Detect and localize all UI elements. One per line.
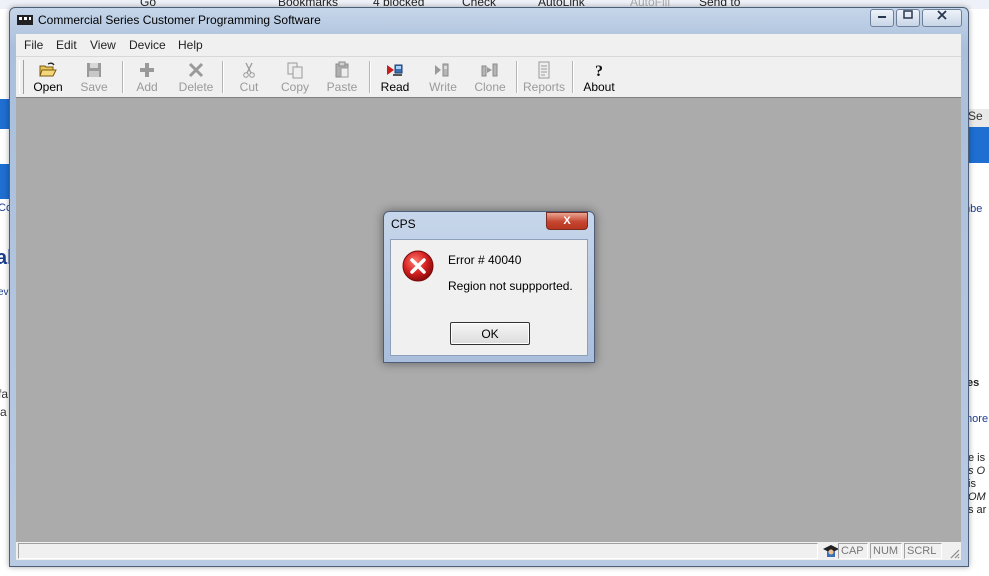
error-number: Error # 40040	[448, 253, 522, 267]
write-label: Write	[429, 80, 457, 94]
toolbar-separator	[516, 61, 518, 93]
status-cap: CAP	[838, 543, 868, 559]
toolbar-separator	[572, 61, 574, 93]
error-dialog: CPS X Error # 40040 Region not suppporte…	[383, 211, 595, 363]
status-bar: CAP NUM SCRL	[16, 542, 961, 560]
app-icon	[17, 15, 33, 25]
open-button[interactable]: Open	[28, 59, 68, 95]
bg-right-text-6: is	[968, 478, 976, 490]
about-label: About	[583, 80, 615, 94]
error-message: Region not suppported.	[448, 279, 573, 293]
bg-right-search: Se	[968, 109, 983, 123]
menu-device[interactable]: Device	[129, 38, 166, 52]
open-folder-icon	[39, 62, 57, 77]
minimize-icon	[878, 16, 886, 18]
bg-right-text-3: more	[967, 413, 989, 425]
ok-button[interactable]: OK	[450, 322, 530, 345]
dialog-close-button[interactable]: X	[546, 212, 588, 230]
delete-button[interactable]: Delete	[174, 59, 218, 95]
read-button[interactable]: Read	[376, 59, 414, 95]
bg-left-text-5: a	[0, 405, 7, 419]
copy-button[interactable]: Copy	[276, 59, 314, 95]
close-icon	[937, 10, 947, 20]
error-icon	[402, 250, 434, 282]
title-bar[interactable]: Commercial Series Customer Programming S…	[10, 8, 968, 32]
about-button[interactable]: ? About	[578, 59, 620, 95]
paste-button[interactable]: Paste	[322, 59, 362, 95]
bg-right-text-7: OM	[968, 491, 986, 503]
save-label: Save	[80, 80, 108, 94]
bg-right-text-1: mbe	[967, 203, 983, 215]
status-message-panel	[18, 543, 818, 559]
copy-label: Copy	[280, 80, 309, 94]
svg-text:?: ?	[595, 63, 603, 79]
add-button[interactable]: Add	[128, 59, 166, 95]
read-radio-icon	[387, 64, 403, 76]
window-title: Commercial Series Customer Programming S…	[38, 13, 321, 27]
report-icon	[538, 61, 550, 79]
maximize-icon	[903, 10, 913, 19]
toolbar-separator	[122, 61, 124, 93]
maximize-button[interactable]	[896, 9, 920, 27]
menu-view[interactable]: View	[90, 38, 116, 52]
reports-label: Reports	[522, 80, 566, 94]
read-label: Read	[380, 80, 410, 94]
toolbar-separator	[222, 61, 224, 93]
bg-left-text-4: fa	[0, 387, 9, 401]
delete-label: Delete	[178, 80, 214, 94]
bg-right-text-4: e is	[968, 452, 986, 464]
dialog-body: Error # 40040 Region not suppported. OK	[390, 239, 588, 356]
minimize-button[interactable]	[870, 9, 894, 27]
paste-label: Paste	[326, 80, 358, 94]
clone-label: Clone	[474, 80, 506, 94]
cut-label: Cut	[239, 80, 259, 94]
menu-file[interactable]: File	[24, 38, 43, 52]
close-window-button[interactable]	[922, 9, 962, 27]
write-radio-icon	[435, 63, 449, 77]
background-browser-right: Se mbe es more e is s O is OM s ar	[967, 9, 989, 576]
toolbar-grip[interactable]	[19, 60, 24, 94]
clone-radio-icon	[481, 63, 498, 77]
dialog-title: CPS	[391, 217, 416, 231]
resize-grip-icon[interactable]	[948, 547, 960, 559]
menu-bar: File Edit View Device Help	[16, 34, 961, 56]
write-button[interactable]: Write	[424, 59, 462, 95]
copy-icon	[287, 62, 303, 79]
bg-left-text-3: ev	[0, 287, 9, 298]
close-icon: X	[563, 215, 571, 227]
plus-icon	[140, 63, 154, 77]
bg-right-text-5: s O	[968, 465, 986, 477]
toolbar: Open Save Add Delete Cut Copy Paste Read…	[16, 56, 961, 98]
x-delete-icon	[188, 62, 204, 78]
clone-button[interactable]: Clone	[471, 59, 509, 95]
cut-button[interactable]: Cut	[232, 59, 266, 95]
menu-help[interactable]: Help	[178, 38, 203, 52]
menu-edit[interactable]: Edit	[56, 38, 77, 52]
toolbar-separator	[369, 61, 371, 93]
status-num: NUM	[870, 543, 902, 559]
reports-button[interactable]: Reports	[520, 59, 568, 95]
bg-right-text-8: s ar	[968, 504, 987, 516]
add-label: Add	[136, 80, 158, 94]
clipboard-icon	[335, 61, 349, 78]
floppy-disk-icon	[87, 63, 101, 77]
open-label: Open	[33, 80, 63, 94]
status-scrl: SCRL	[904, 543, 942, 559]
scissors-icon	[243, 62, 255, 78]
question-mark-icon: ?	[595, 63, 603, 79]
save-button[interactable]: Save	[76, 59, 112, 95]
